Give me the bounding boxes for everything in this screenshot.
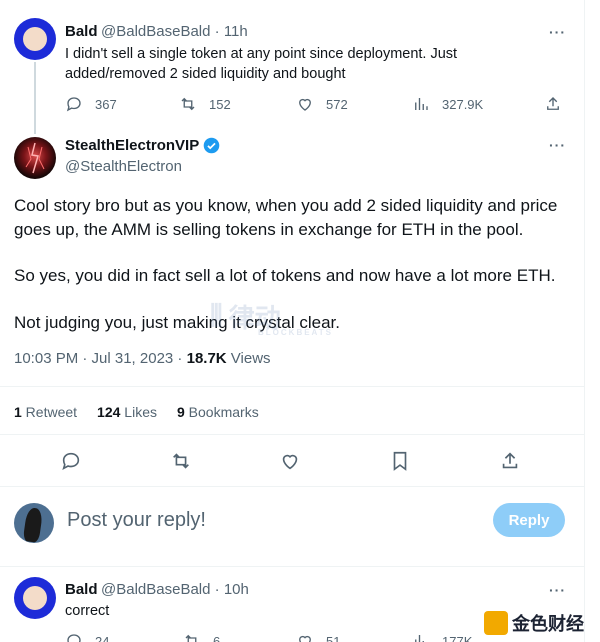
avatar[interactable] (14, 137, 56, 179)
bookmark-button[interactable] (389, 450, 411, 472)
retweets-link[interactable]: 1 Retweet (14, 404, 77, 420)
retweets-count: 1 (14, 404, 22, 420)
divider (0, 486, 584, 487)
likes-link[interactable]: 124 Likes (97, 404, 157, 420)
author-display-name[interactable]: StealthElectronVIP (65, 137, 199, 154)
heart-icon (299, 98, 311, 111)
tweet-text: correct (65, 603, 110, 619)
author-handle[interactable]: @BaldBaseBald (101, 23, 210, 40)
tweet-text: I didn't sell a single token at any poin… (65, 44, 457, 84)
engagement-counts: 1 Retweet 124 Likes 9 Bookmarks (14, 404, 259, 420)
like-count: 51 (326, 633, 341, 642)
views-icon (415, 635, 424, 642)
retweet-button[interactable]: 6 (183, 632, 220, 642)
corner-watermark: 金色财经 (480, 608, 588, 638)
divider (0, 434, 584, 435)
retweet-count: 152 (209, 96, 231, 112)
tweet-text-line: So yes, you did in fact sell a lot of to… (14, 266, 556, 285)
divider (0, 386, 584, 387)
watermark: ⫴ 律动 BLOCKBEATS (210, 298, 331, 338)
like-button[interactable]: 572 (296, 95, 348, 113)
reply-button[interactable] (60, 450, 82, 472)
scrollbar-track[interactable] (584, 0, 600, 642)
like-button[interactable] (279, 450, 301, 472)
like-button[interactable]: 51 (296, 632, 340, 642)
retweet-icon (181, 97, 195, 111)
bookmarks-label: Bookmarks (184, 404, 259, 420)
author-handle[interactable]: @StealthElectron (65, 158, 182, 175)
views-count: 177K (442, 633, 473, 642)
divider (0, 566, 584, 567)
likes-count: 124 (97, 404, 121, 420)
views-button[interactable]: 177K (412, 632, 472, 642)
like-count: 572 (326, 96, 348, 112)
author-name[interactable]: Bald (65, 23, 98, 40)
reply-icon (62, 452, 80, 470)
retweet-count: 6 (213, 633, 221, 642)
views-count: 18.7K (186, 350, 227, 367)
more-options-button[interactable]: ··· (549, 24, 566, 40)
share-icon (547, 97, 559, 110)
more-options-button[interactable]: ··· (549, 582, 566, 598)
post-time[interactable]: 11h (224, 23, 248, 40)
share-button[interactable] (544, 95, 562, 113)
views-icon (415, 98, 428, 110)
reply-input[interactable]: Post your reply! (67, 509, 206, 532)
reply-icon (66, 97, 81, 112)
tweet-text-line: I didn't sell a single token at any poin… (65, 46, 458, 62)
share-icon (502, 452, 518, 469)
tweet-meta: 10:03 PM · Jul 31, 2023 · 18.7K Views (14, 350, 271, 367)
author-name[interactable]: Bald (65, 581, 98, 598)
retweet-button[interactable]: 152 (179, 95, 231, 113)
more-options-button[interactable]: ··· (549, 137, 566, 153)
reply-button[interactable]: 24 (65, 632, 109, 642)
watermark-subtext: BLOCKBEATS (258, 328, 333, 337)
reply-icon (67, 634, 81, 642)
bookmark-icon (393, 451, 407, 471)
tweet-text-line: goes up, the AMM is selling tokens in ex… (14, 220, 524, 239)
author-name[interactable]: StealthElectronVIP (65, 137, 220, 154)
tweet-text-line: Cool story bro but as you know, when you… (14, 196, 558, 215)
reply-count: 24 (95, 633, 110, 642)
author-handle-time[interactable]: @BaldBaseBald · 10h (101, 581, 249, 598)
author-handle[interactable]: @BaldBaseBald (101, 581, 210, 598)
watermark-text: 金色财经 (512, 614, 584, 634)
watermark-logo-icon: ⫴ (210, 299, 223, 333)
separator-dot: · (214, 23, 224, 40)
avatar[interactable] (14, 577, 56, 619)
timestamp[interactable]: 10:03 PM · Jul 31, 2023 · (14, 350, 187, 367)
post-time[interactable]: 10h (224, 581, 249, 598)
bookmarks-count: 9 (176, 404, 185, 420)
reply-submit-button[interactable]: Reply (493, 503, 565, 537)
reply-button[interactable]: 367 (65, 95, 117, 113)
author-handle-time[interactable]: @BaldBaseBald · 11h (101, 23, 248, 40)
retweets-label: Retweet (21, 404, 78, 420)
tweet-text-line: added/removed 2 sided liquidity and boug… (65, 66, 346, 82)
likes-label: Likes (120, 404, 157, 420)
watermark-logo-icon (484, 611, 508, 635)
thread-connector-line (34, 62, 36, 134)
views-button[interactable]: 327.9K (412, 95, 483, 113)
verified-badge-icon (203, 137, 220, 154)
retweet-icon (185, 634, 197, 642)
heart-icon (282, 454, 298, 470)
separator-dot: · (214, 581, 224, 598)
views-label: Views (226, 350, 271, 367)
reply-count: 367 (95, 96, 117, 112)
views-count: 327.9K (442, 96, 484, 112)
heart-icon (299, 635, 311, 642)
lightning-avatar-art (25, 142, 45, 174)
current-user-avatar[interactable] (14, 503, 54, 543)
avatar[interactable] (14, 18, 56, 60)
retweet-icon (173, 453, 189, 469)
retweet-button[interactable] (170, 450, 192, 472)
share-button[interactable] (499, 450, 521, 472)
bookmarks-link[interactable]: 9 Bookmarks (177, 404, 259, 420)
